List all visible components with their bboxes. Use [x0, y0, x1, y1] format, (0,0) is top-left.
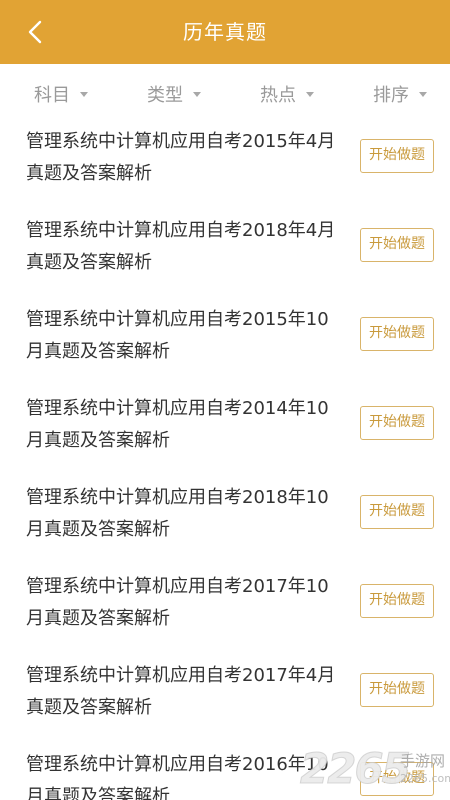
filter-sort[interactable]: 排序: [373, 82, 427, 106]
caret-down-icon: [306, 91, 314, 97]
start-practice-button[interactable]: 开始做题: [360, 406, 434, 440]
list-item[interactable]: 管理系统中计算机应用自考2015年4月真题及答案解析 开始做题: [0, 122, 450, 211]
watermark-url: 2265.com: [400, 772, 450, 785]
exam-title: 管理系统中计算机应用自考2016年10月真题及答案解析: [26, 754, 329, 800]
exam-title: 管理系统中计算机应用自考2014年10月真题及答案解析: [26, 398, 329, 451]
list-item[interactable]: 管理系统中计算机应用自考2014年10月真题及答案解析 开始做题: [0, 389, 450, 478]
start-practice-button[interactable]: 开始做题: [360, 317, 434, 351]
exam-title: 管理系统中计算机应用自考2015年4月真题及答案解析: [26, 131, 336, 184]
caret-down-icon: [80, 91, 88, 97]
filter-label: 科目: [34, 85, 70, 106]
list-item[interactable]: 管理系统中计算机应用自考2018年4月真题及答案解析 开始做题: [0, 211, 450, 300]
page-title: 历年真题: [183, 20, 267, 44]
site-watermark: 2265 手游网 2265.com: [300, 742, 450, 800]
filter-label: 排序: [373, 85, 409, 106]
list-item[interactable]: 管理系统中计算机应用自考2015年10月真题及答案解析 开始做题: [0, 300, 450, 389]
list-item[interactable]: 管理系统中计算机应用自考2017年10月真题及答案解析 开始做题: [0, 567, 450, 656]
watermark-text: 手游网: [400, 752, 446, 770]
exam-title: 管理系统中计算机应用自考2018年4月真题及答案解析: [26, 220, 336, 273]
filter-hot[interactable]: 热点: [260, 82, 314, 106]
filter-subject[interactable]: 科目: [34, 82, 88, 106]
start-practice-button[interactable]: 开始做题: [360, 139, 434, 173]
start-practice-button[interactable]: 开始做题: [360, 228, 434, 262]
watermark-logo-number: 2265: [300, 744, 412, 794]
filter-type[interactable]: 类型: [147, 82, 201, 106]
exam-title: 管理系统中计算机应用自考2018年10月真题及答案解析: [26, 487, 329, 540]
list-item[interactable]: 管理系统中计算机应用自考2018年10月真题及答案解析 开始做题: [0, 478, 450, 567]
exam-title: 管理系统中计算机应用自考2017年10月真题及答案解析: [26, 576, 329, 629]
caret-down-icon: [193, 91, 201, 97]
list-item[interactable]: 管理系统中计算机应用自考2017年4月真题及答案解析 开始做题: [0, 656, 450, 745]
filter-label: 类型: [147, 85, 183, 106]
filter-bar: 科目 类型 热点 排序: [0, 64, 450, 122]
start-practice-button[interactable]: 开始做题: [360, 584, 434, 618]
start-practice-button[interactable]: 开始做题: [360, 673, 434, 707]
exam-title: 管理系统中计算机应用自考2015年10月真题及答案解析: [26, 309, 329, 362]
filter-label: 热点: [260, 85, 296, 106]
caret-down-icon: [419, 91, 427, 97]
app-header: 历年真题: [0, 0, 450, 64]
exam-title: 管理系统中计算机应用自考2017年4月真题及答案解析: [26, 665, 336, 718]
start-practice-button[interactable]: 开始做题: [360, 495, 434, 529]
